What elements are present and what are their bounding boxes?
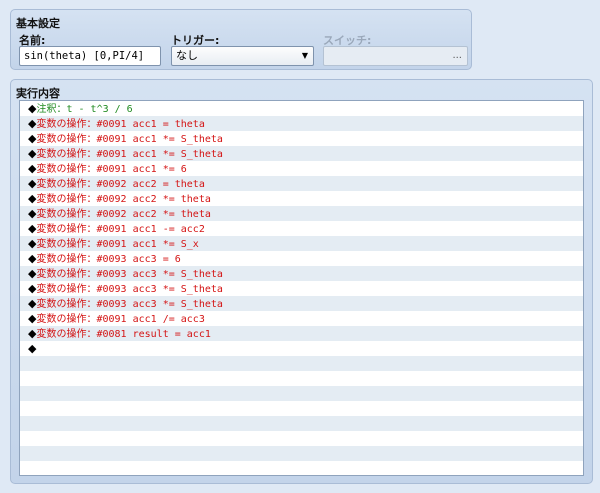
switch-field: ... (323, 46, 468, 66)
command-text: 変数の操作：#0093 acc3 *= S_theta (36, 299, 223, 310)
name-input[interactable] (19, 46, 161, 66)
empty-row (20, 371, 583, 386)
command-text: 変数の操作：#0093 acc3 = 6 (36, 254, 181, 265)
empty-row (20, 386, 583, 401)
command-row[interactable]: ◆注釈：t - t^3 / 6 (20, 101, 583, 116)
empty-row (20, 416, 583, 431)
command-text: 変数の操作：#0081 result = acc1 (36, 329, 211, 340)
command-row[interactable]: ◆変数の操作：#0092 acc2 *= theta (20, 191, 583, 206)
basic-settings-panel: 基本設定 名前: トリガー: なし ▼ スイッチ: ... (10, 9, 472, 70)
command-text: 変数の操作：#0091 acc1 = theta (36, 119, 205, 130)
empty-row (20, 431, 583, 446)
command-row[interactable]: ◆変数の操作：#0091 acc1 /= acc3 (20, 311, 583, 326)
command-text: 変数の操作：#0093 acc3 *= S_theta (36, 269, 223, 280)
command-text: 変数の操作：#0091 acc1 /= acc3 (36, 314, 205, 325)
command-row[interactable]: ◆変数の操作：#0091 acc1 *= S_theta (20, 146, 583, 161)
command-bullet-icon: ◆ (28, 342, 37, 355)
command-text: 注釈：t - t^3 / 6 (36, 104, 133, 115)
command-row[interactable]: ◆変数の操作：#0092 acc2 = theta (20, 176, 583, 191)
command-row[interactable]: ◆変数の操作：#0091 acc1 -= acc2 (20, 221, 583, 236)
command-row[interactable]: ◆変数の操作：#0091 acc1 *= S_x (20, 236, 583, 251)
empty-row (20, 461, 583, 475)
switch-browse-button: ... (452, 50, 462, 61)
command-text: 変数の操作：#0091 acc1 *= S_theta (36, 134, 223, 145)
empty-row (20, 356, 583, 371)
empty-row (20, 446, 583, 461)
command-row[interactable]: ◆変数の操作：#0081 result = acc1 (20, 326, 583, 341)
command-row[interactable]: ◆変数の操作：#0091 acc1 *= S_theta (20, 131, 583, 146)
command-text: 変数の操作：#0092 acc2 *= theta (36, 194, 211, 205)
command-text: 変数の操作：#0091 acc1 *= 6 (36, 164, 187, 175)
empty-row (20, 401, 583, 416)
trigger-select[interactable]: なし ▼ (171, 46, 314, 66)
command-row[interactable]: ◆変数の操作：#0091 acc1 *= 6 (20, 161, 583, 176)
command-row[interactable]: ◆変数の操作：#0093 acc3 *= S_theta (20, 281, 583, 296)
command-row[interactable]: ◆変数の操作：#0093 acc3 *= S_theta (20, 296, 583, 311)
trigger-select-value: なし (176, 49, 198, 62)
chevron-down-icon: ▼ (301, 51, 308, 60)
execution-panel: 実行内容 ◆注釈：t - t^3 / 6 ◆変数の操作：#0091 acc1 = … (10, 79, 593, 484)
command-text: 変数の操作：#0091 acc1 *= S_theta (36, 149, 223, 160)
command-text: 変数の操作：#0093 acc3 *= S_theta (36, 284, 223, 295)
command-list[interactable]: ◆注釈：t - t^3 / 6 ◆変数の操作：#0091 acc1 = theta… (19, 100, 584, 476)
command-row[interactable]: ◆ (20, 341, 583, 356)
basic-settings-title: 基本設定 (16, 17, 60, 30)
command-text: 変数の操作：#0091 acc1 -= acc2 (36, 224, 205, 235)
command-row[interactable]: ◆変数の操作：#0091 acc1 = theta (20, 116, 583, 131)
command-row[interactable]: ◆変数の操作：#0093 acc3 *= S_theta (20, 266, 583, 281)
command-row[interactable]: ◆変数の操作：#0092 acc2 *= theta (20, 206, 583, 221)
execution-title: 実行内容 (16, 87, 60, 100)
command-text: 変数の操作：#0092 acc2 = theta (36, 179, 205, 190)
command-text: 変数の操作：#0091 acc1 *= S_x (36, 239, 199, 250)
command-row[interactable]: ◆変数の操作：#0093 acc3 = 6 (20, 251, 583, 266)
command-text: 変数の操作：#0092 acc2 *= theta (36, 209, 211, 220)
